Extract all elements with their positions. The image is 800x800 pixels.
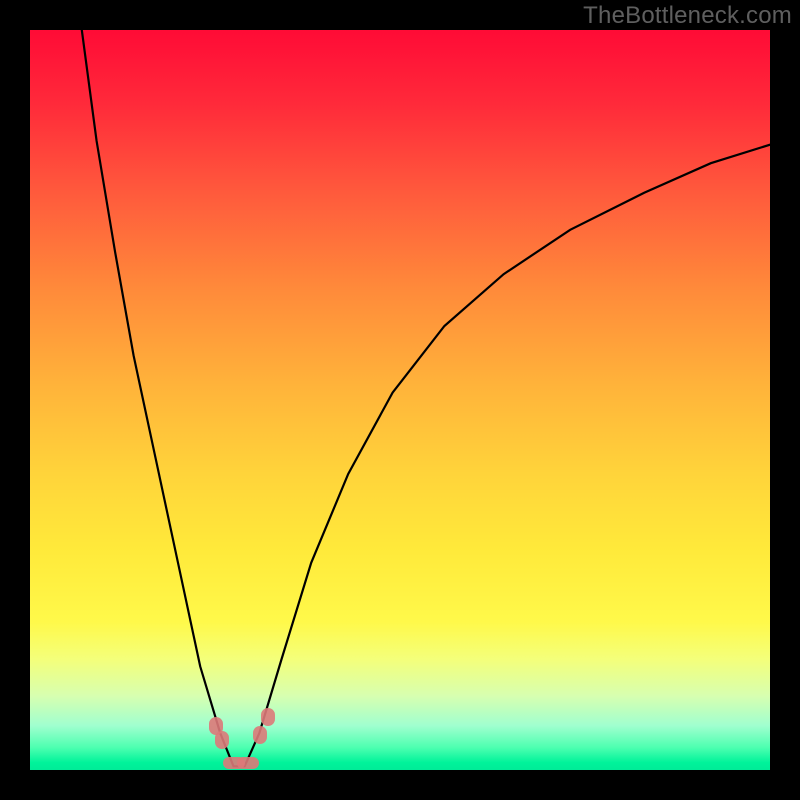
curve-marker bbox=[253, 726, 267, 744]
curve-svg bbox=[30, 30, 770, 770]
bottleneck-curve bbox=[82, 30, 770, 766]
chart-frame: TheBottleneck.com bbox=[0, 0, 800, 800]
curve-marker bbox=[215, 731, 229, 749]
curve-marker bbox=[261, 708, 275, 726]
watermark-text: TheBottleneck.com bbox=[583, 2, 792, 30]
curve-marker bbox=[237, 757, 259, 769]
plot-area bbox=[30, 30, 770, 770]
